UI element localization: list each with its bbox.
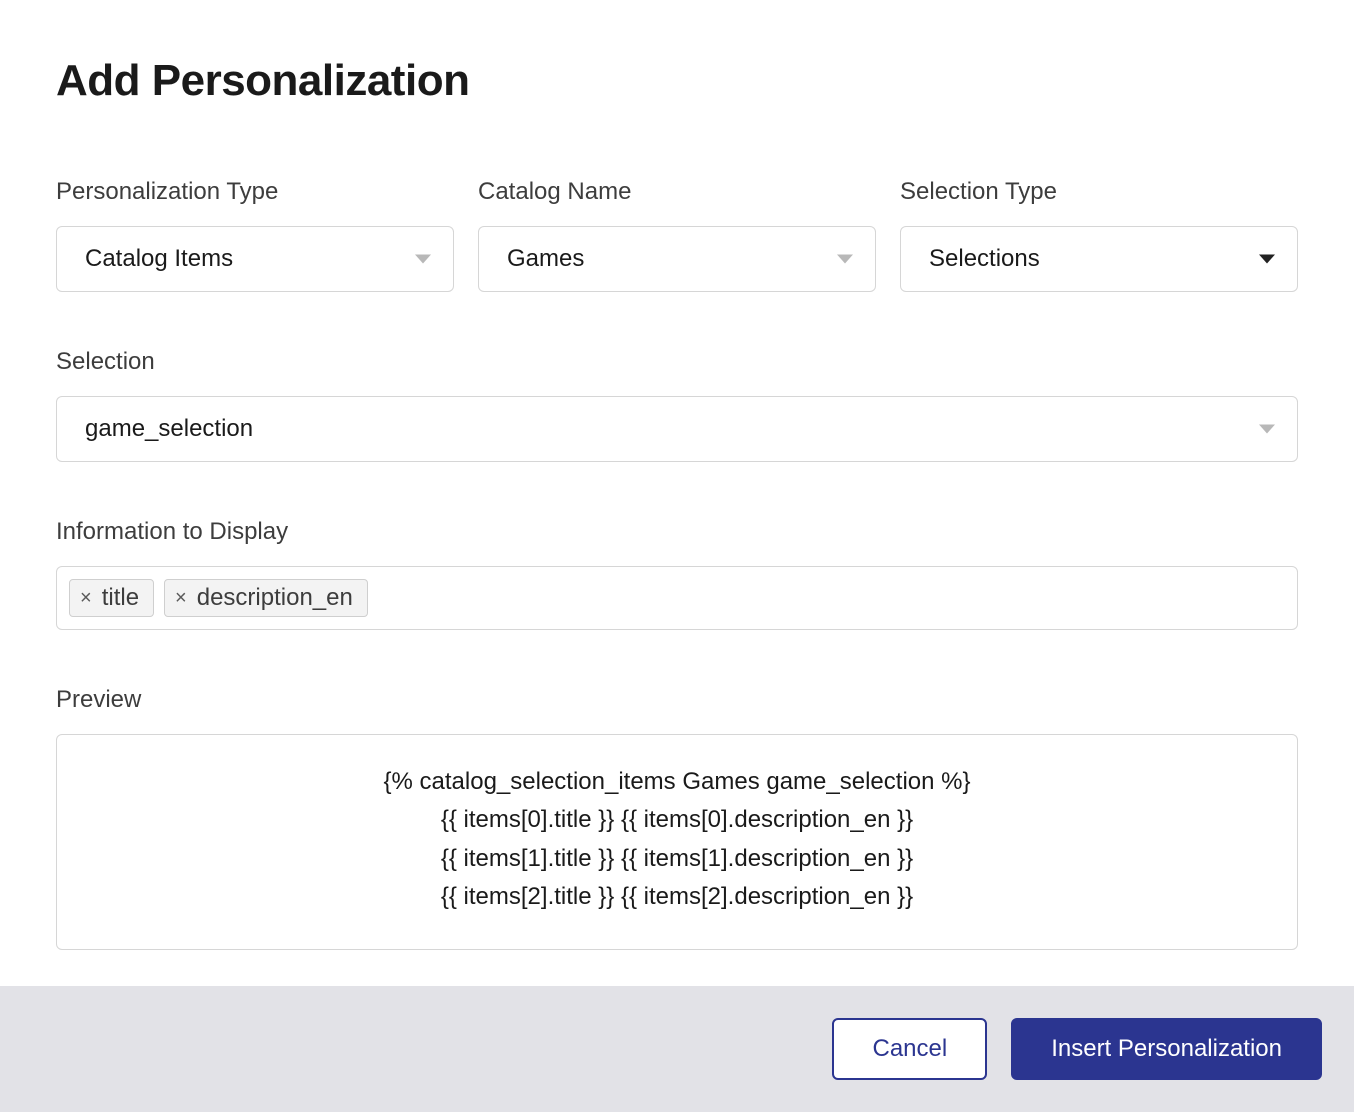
tag-label: description_en xyxy=(197,584,353,612)
caret-down-icon xyxy=(1259,425,1275,434)
tag-description-en[interactable]: × description_en xyxy=(164,579,368,617)
selection-value: game_selection xyxy=(85,415,253,443)
selection-type-value: Selections xyxy=(929,245,1040,273)
tag-title[interactable]: × title xyxy=(69,579,154,617)
caret-down-icon xyxy=(415,255,431,264)
remove-tag-icon[interactable]: × xyxy=(175,588,187,608)
personalization-type-select[interactable]: Catalog Items xyxy=(56,226,454,292)
insert-personalization-button[interactable]: Insert Personalization xyxy=(1011,1018,1322,1080)
catalog-name-select[interactable]: Games xyxy=(478,226,876,292)
personalization-type-value: Catalog Items xyxy=(85,245,233,273)
preview-box: {% catalog_selection_items Games game_se… xyxy=(56,734,1298,950)
selection-type-select[interactable]: Selections xyxy=(900,226,1298,292)
modal-footer: Cancel Insert Personalization xyxy=(0,986,1354,1112)
caret-down-icon xyxy=(1259,255,1275,264)
selection-label: Selection xyxy=(56,348,1298,376)
caret-down-icon xyxy=(837,255,853,264)
info-to-display-label: Information to Display xyxy=(56,518,1298,546)
info-to-display-input[interactable]: × title × description_en xyxy=(56,566,1298,630)
catalog-name-label: Catalog Name xyxy=(478,178,876,206)
tag-label: title xyxy=(102,584,139,612)
preview-label: Preview xyxy=(56,686,1298,714)
selection-select[interactable]: game_selection xyxy=(56,396,1298,462)
catalog-name-value: Games xyxy=(507,245,584,273)
page-title: Add Personalization xyxy=(56,56,1298,106)
remove-tag-icon[interactable]: × xyxy=(80,588,92,608)
cancel-button[interactable]: Cancel xyxy=(832,1018,987,1080)
personalization-type-label: Personalization Type xyxy=(56,178,454,206)
selection-type-label: Selection Type xyxy=(900,178,1298,206)
